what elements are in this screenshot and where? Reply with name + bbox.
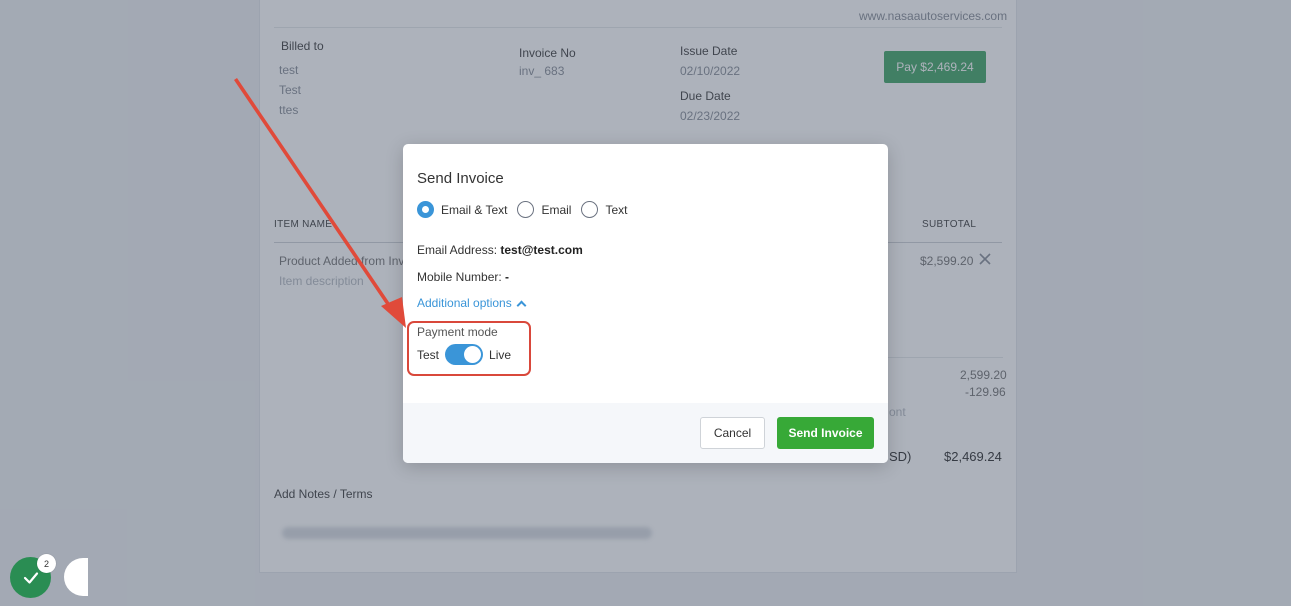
radio-email[interactable]: Email	[517, 201, 571, 218]
email-address-label: Email Address:	[417, 243, 498, 257]
additional-options-toggle[interactable]: Additional options	[417, 296, 527, 310]
annotation-highlight-box	[407, 321, 531, 376]
mobile-number-value: -	[505, 270, 510, 284]
cancel-button[interactable]: Cancel	[700, 417, 765, 449]
radio-unchecked-icon[interactable]	[581, 201, 599, 218]
radio-unchecked-icon[interactable]	[517, 201, 535, 218]
send-invoice-modal: Send Invoice Email & Text Email Text Ema…	[403, 144, 888, 463]
mobile-number-row: Mobile Number: -	[417, 270, 509, 284]
modal-footer: Cancel Send Invoice	[403, 403, 888, 463]
checkmark-icon	[23, 571, 38, 584]
chevron-up-icon	[516, 300, 527, 310]
send-invoice-button[interactable]: Send Invoice	[777, 417, 874, 449]
radio-label: Email & Text	[441, 202, 508, 217]
email-address-row: Email Address: test@test.com	[417, 243, 583, 257]
send-method-radio-group: Email & Text Email Text	[417, 201, 638, 218]
radio-email-and-text[interactable]: Email & Text	[417, 201, 507, 218]
radio-label: Text	[605, 202, 628, 217]
radio-label: Email	[541, 202, 572, 217]
mobile-number-label: Mobile Number:	[417, 270, 502, 284]
additional-options-label: Additional options	[417, 296, 512, 310]
email-address-value: test@test.com	[500, 243, 583, 257]
modal-title: Send Invoice	[417, 170, 504, 187]
radio-checked-icon[interactable]	[417, 201, 434, 218]
radio-text[interactable]: Text	[581, 201, 628, 218]
notification-badge: 2	[37, 554, 56, 573]
